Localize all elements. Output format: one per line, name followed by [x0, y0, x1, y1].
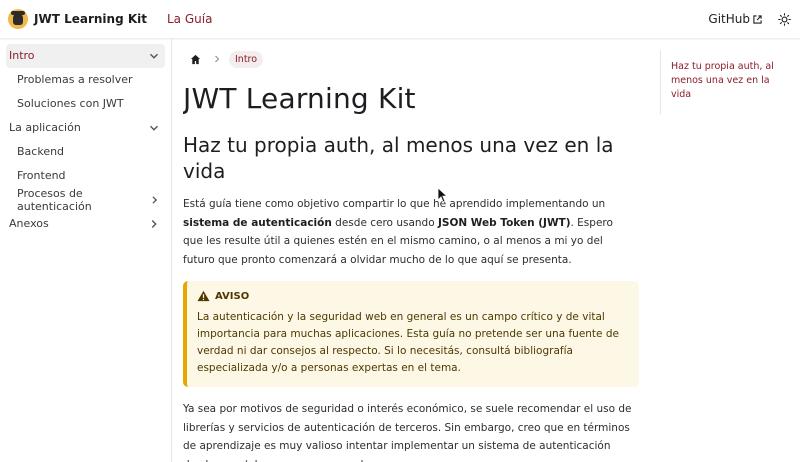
- mouse-cursor-icon: [437, 187, 449, 203]
- breadcrumb: Intro: [183, 49, 643, 69]
- sidebar-item-label: Backend: [17, 145, 65, 159]
- sidebar-item-label: Frontend: [17, 169, 66, 183]
- sidebar-item-la-aplicacion[interactable]: La aplicación: [6, 116, 165, 140]
- chevron-right-icon[interactable]: [150, 195, 159, 205]
- main-content: Intro JWT Learning Kit Haz tu propia aut…: [183, 38, 643, 462]
- sidebar-item-problemas[interactable]: Problemas a resolver: [6, 68, 165, 92]
- sidebar-item-label: Intro: [9, 49, 35, 63]
- theme-toggle-button[interactable]: [776, 11, 792, 27]
- chevron-right-icon: [215, 55, 220, 63]
- page-title: JWT Learning Kit: [183, 82, 416, 115]
- sidebar-item-backend[interactable]: Backend: [6, 140, 165, 164]
- chevron-right-icon[interactable]: [149, 219, 159, 229]
- sun-icon: [777, 12, 791, 26]
- home-icon[interactable]: [190, 54, 201, 65]
- warning-icon: [197, 290, 210, 302]
- admonition-text: La autenticación y la seguridad web en g…: [197, 311, 619, 374]
- sidebar-item-label: Procesos de autenticación: [17, 186, 92, 213]
- section-heading: Haz tu propia auth, al menos una vez en …: [183, 133, 614, 183]
- breadcrumb-current: Intro: [229, 50, 264, 68]
- sidebar: Intro Problemas a resolver Soluciones co…: [0, 38, 172, 462]
- chevron-down-icon[interactable]: [149, 123, 159, 133]
- sidebar-item-anexos[interactable]: Anexos: [6, 212, 165, 236]
- navbar: JWT Learning Kit La Guía GitHub: [0, 0, 800, 38]
- body-paragraph: Ya sea por motivos de seguridad o interé…: [183, 403, 632, 462]
- sidebar-item-label: La aplicación: [9, 121, 81, 135]
- table-of-contents: Haz tu propia auth, al menos una vez en …: [660, 50, 790, 114]
- brand-link[interactable]: JWT Learning Kit: [8, 9, 147, 29]
- warning-admonition: AVISO La autenticación y la seguridad we…: [183, 281, 639, 387]
- bulldog-logo-icon: [8, 9, 28, 29]
- github-link-label: GitHub: [708, 12, 750, 26]
- sidebar-item-procesos[interactable]: Procesos de autenticación: [6, 186, 165, 213]
- admonition-title: AVISO: [215, 290, 250, 302]
- brand-title: JWT Learning Kit: [34, 12, 147, 26]
- toc-link[interactable]: Haz tu propia auth, al menos una vez en …: [671, 60, 790, 102]
- intro-paragraph: Está guía tiene como objetivo compartir …: [183, 198, 613, 266]
- sidebar-item-label: Anexos: [9, 217, 49, 231]
- nav-link-guide[interactable]: La Guía: [167, 12, 212, 26]
- chevron-down-icon[interactable]: [149, 51, 159, 61]
- sidebar-item-intro[interactable]: Intro: [6, 44, 165, 68]
- sidebar-item-frontend[interactable]: Frontend: [6, 164, 165, 188]
- external-link-icon: [753, 14, 762, 24]
- sidebar-item-label: Soluciones con JWT: [17, 97, 124, 111]
- github-link[interactable]: GitHub: [708, 12, 762, 26]
- admonition-heading: AVISO: [197, 290, 629, 302]
- sidebar-item-soluciones[interactable]: Soluciones con JWT: [6, 92, 165, 116]
- sidebar-item-label: Problemas a resolver: [17, 73, 133, 87]
